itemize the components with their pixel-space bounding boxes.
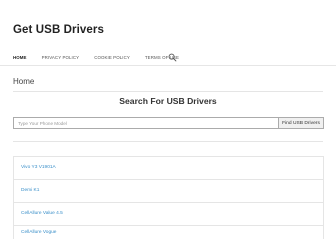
- divider: [13, 91, 323, 92]
- divider: [13, 141, 323, 142]
- driver-link[interactable]: Demi K1: [21, 188, 39, 193]
- site-title[interactable]: Get USB Drivers: [13, 24, 104, 36]
- nav-item-home[interactable]: HOME: [13, 55, 27, 60]
- site-header: Get USB Drivers HOME PRIVACY POLICY COOK…: [0, 0, 336, 66]
- driver-link[interactable]: CellAllure Value 4.5: [21, 211, 63, 216]
- phone-model-search-input[interactable]: [13, 117, 278, 129]
- search-icon[interactable]: [168, 49, 177, 62]
- list-item: Demi K1: [13, 179, 324, 202]
- driver-link[interactable]: Vivo Y3 V1901A: [21, 165, 56, 170]
- search-title: Search For USB Drivers: [119, 96, 217, 106]
- search-form: Find USB Drivers: [13, 117, 324, 129]
- driver-link[interactable]: CellAllure Vogue: [21, 230, 56, 235]
- page-heading: Home: [13, 77, 35, 86]
- list-item: CellAllure Vogue: [13, 225, 324, 239]
- main-nav: HOME PRIVACY POLICY COOKIE POLICY TERMS …: [13, 52, 194, 62]
- nav-item-privacy-policy[interactable]: PRIVACY POLICY: [42, 55, 80, 60]
- driver-results-list: Vivo Y3 V1901A Demi K1 CellAllure Value …: [13, 156, 324, 239]
- list-item: Vivo Y3 V1901A: [13, 156, 324, 179]
- find-usb-drivers-button[interactable]: Find USB Drivers: [278, 117, 324, 129]
- list-item: CellAllure Value 4.5: [13, 202, 324, 225]
- nav-item-cookie-policy[interactable]: COOKIE POLICY: [94, 55, 130, 60]
